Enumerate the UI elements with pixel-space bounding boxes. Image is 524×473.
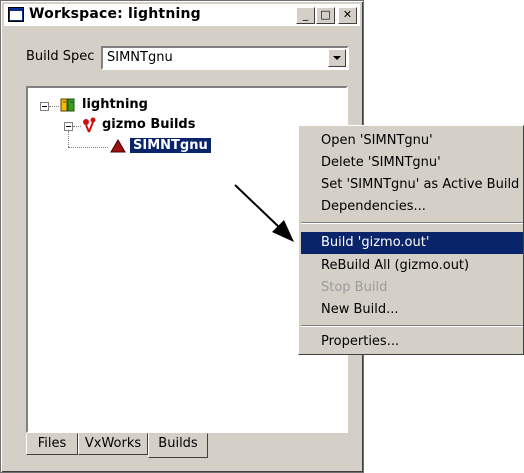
title-bar[interactable]: Workspace: lightning _ □ ✕ (4, 4, 360, 26)
menu-item-open[interactable]: Open 'SIMNTgnu' (301, 130, 523, 152)
chevron-down-icon[interactable] (328, 49, 346, 67)
collapse-toggle-root[interactable] (40, 102, 49, 111)
arrow-pointer-icon (234, 184, 294, 242)
context-menu: Open 'SIMNTgnu' Delete 'SIMNTgnu' Set 'S… (298, 125, 524, 355)
build-spec-value: SIMNTgnu (107, 50, 173, 65)
menu-item-set-active-build[interactable]: Set 'SIMNTgnu' as Active Build (301, 174, 523, 196)
tab-vxworks[interactable]: VxWorks (78, 433, 148, 455)
menu-item-delete[interactable]: Delete 'SIMNTgnu' (301, 152, 523, 174)
tree-connector (68, 147, 108, 149)
build-spec-label: Build Spec (26, 49, 95, 64)
close-button[interactable]: ✕ (338, 7, 357, 24)
tree-node-lightning[interactable]: lightning (82, 97, 148, 112)
build-target-icon (110, 139, 126, 153)
menu-item-stop-build: Stop Build (321, 280, 388, 295)
tree-connector (68, 131, 70, 147)
minimize-button[interactable]: _ (296, 7, 315, 24)
tree-connector (49, 106, 59, 108)
menu-item-new-build[interactable]: New Build... (301, 299, 523, 321)
menu-separator (301, 325, 523, 327)
tab-builds[interactable]: Builds (148, 433, 208, 458)
window-title: Workspace: lightning (29, 6, 201, 22)
project-icon (60, 98, 75, 112)
maximize-button[interactable]: □ (316, 7, 335, 24)
window-icon (8, 7, 24, 22)
builds-icon (83, 117, 96, 133)
build-spec-select[interactable]: SIMNTgnu (101, 46, 349, 70)
tab-files[interactable]: Files (26, 433, 78, 455)
collapse-toggle-builds[interactable] (64, 122, 73, 131)
menu-item-build[interactable]: Build 'gizmo.out' (301, 232, 523, 254)
menu-item-rebuild-all[interactable]: ReBuild All (gizmo.out) (301, 255, 523, 277)
menu-item-dependencies[interactable]: Dependencies... (301, 196, 523, 218)
tree-node-gizmo-builds[interactable]: gizmo Builds (102, 117, 195, 132)
tree-node-simntgnu-label: SIMNTgnu (130, 138, 211, 153)
menu-item-properties[interactable]: Properties... (301, 331, 523, 353)
menu-separator (301, 222, 523, 224)
tree-node-simntgnu[interactable]: SIMNTgnu (130, 138, 211, 153)
